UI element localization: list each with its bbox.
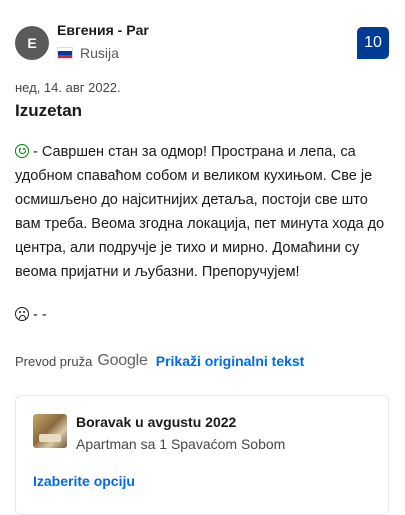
positive-text: - Савршен стан за одмор! Пространа и леп… bbox=[15, 144, 385, 280]
google-logo: Google bbox=[97, 352, 148, 369]
show-original-link[interactable]: Prikaži originalni tekst bbox=[156, 353, 305, 369]
room-type: Apartman sa 1 Spavaćom Sobom bbox=[76, 436, 286, 452]
avatar: E bbox=[15, 26, 49, 60]
smiley-happy-icon bbox=[15, 144, 29, 158]
avatar-initial: E bbox=[27, 35, 37, 51]
room-thumbnail bbox=[33, 414, 67, 448]
russia-flag-icon bbox=[57, 47, 73, 59]
select-option-link[interactable]: Izaberite opciju bbox=[33, 473, 135, 489]
smiley-sad-icon bbox=[15, 307, 29, 321]
review-date: нед, 14. авг 2022. bbox=[15, 80, 121, 95]
reviewer-country: Rusija bbox=[57, 45, 119, 61]
positive-comment: - Савршен стан за одмор! Пространа и леп… bbox=[15, 140, 390, 284]
negative-text: - - bbox=[33, 307, 47, 323]
translation-notice: Prevod pruža Google Prikaži originalni t… bbox=[15, 352, 304, 370]
negative-comment: - - bbox=[15, 307, 47, 323]
review-title: Izuzetan bbox=[15, 101, 83, 120]
stay-period: Boravak u avgustu 2022 bbox=[76, 414, 237, 430]
review-score-badge: 10 bbox=[357, 27, 389, 59]
stay-card: Boravak u avgustu 2022 Apartman sa 1 Spa… bbox=[15, 395, 389, 515]
translated-by-label: Prevod pruža bbox=[15, 353, 93, 369]
reviewer-name: Евгения - Par bbox=[57, 22, 149, 38]
country-label: Rusija bbox=[80, 45, 119, 61]
